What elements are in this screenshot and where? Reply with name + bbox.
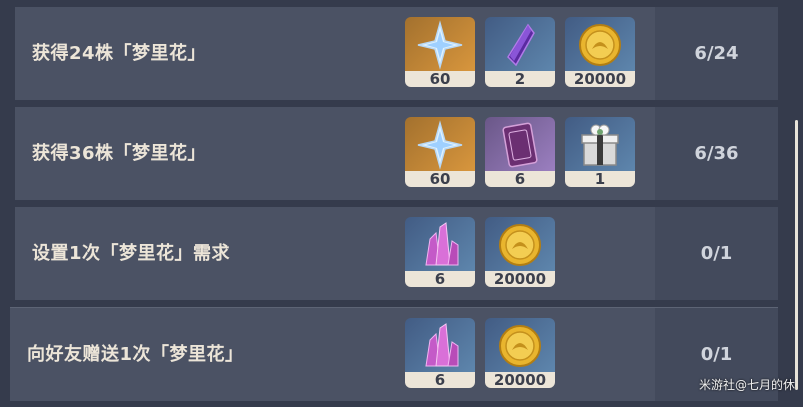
reward-item[interactable]: 1 — [565, 117, 635, 187]
progress-column: 6/36 — [655, 107, 778, 200]
reward-count: 6 — [405, 271, 475, 287]
reward-item[interactable]: 60 — [405, 17, 475, 87]
mora-coin-icon — [579, 24, 621, 66]
reward-count: 20000 — [485, 271, 555, 287]
achievement-row[interactable]: 向好友赠送1次「梦里花」 6 20000 0/1 — [10, 307, 778, 401]
achievement-label: 获得24株「梦里花」 — [32, 43, 207, 64]
achievement-list: 获得24株「梦里花」 60 2 20000 6/24 获得36株「梦里花」 60… — [0, 0, 803, 407]
watermark: 米游社@七月的休 — [698, 378, 795, 392]
achievement-row[interactable]: 获得36株「梦里花」 60 6 1 6/36 — [15, 107, 778, 200]
reward-count: 1 — [565, 171, 635, 187]
reward-item[interactable]: 2 — [485, 17, 555, 87]
gift-box-icon — [581, 124, 619, 166]
reward-item[interactable]: 60 — [405, 117, 475, 187]
reward-count: 60 — [405, 71, 475, 87]
progress-text: 0/1 — [700, 243, 733, 264]
progress-text: 6/24 — [694, 43, 739, 64]
reward-count: 6 — [485, 171, 555, 187]
achievement-label: 设置1次「梦里花」需求 — [32, 243, 231, 264]
scrollbar-thumb[interactable] — [795, 120, 798, 390]
book-icon — [502, 122, 538, 168]
reward-item[interactable]: 20000 — [485, 318, 555, 388]
reward-item[interactable]: 6 — [405, 217, 475, 287]
reward-count: 20000 — [485, 372, 555, 388]
achievement-label: 获得36株「梦里花」 — [32, 143, 207, 164]
primogem-icon — [417, 20, 463, 70]
primogem-icon — [417, 120, 463, 170]
reward-item[interactable]: 6 — [405, 318, 475, 388]
mora-coin-icon — [499, 224, 541, 266]
mora-coin-icon — [499, 325, 541, 367]
reward-count: 2 — [485, 71, 555, 87]
purple-crystal-icon — [507, 23, 535, 67]
progress-text: 6/36 — [694, 143, 739, 164]
pink-crystal-icon — [425, 222, 459, 266]
reward-item[interactable]: 20000 — [485, 217, 555, 287]
reward-item[interactable]: 6 — [485, 117, 555, 187]
reward-count: 6 — [405, 372, 475, 388]
reward-item[interactable]: 20000 — [565, 17, 635, 87]
achievement-row[interactable]: 获得24株「梦里花」 60 2 20000 6/24 — [15, 7, 778, 100]
achievement-label: 向好友赠送1次「梦里花」 — [27, 344, 244, 365]
reward-count: 20000 — [565, 71, 635, 87]
reward-count: 60 — [405, 171, 475, 187]
progress-column: 6/24 — [655, 7, 778, 100]
progress-column: 0/1 — [655, 207, 778, 300]
pink-crystal-icon — [425, 323, 459, 367]
achievement-row[interactable]: 设置1次「梦里花」需求 6 20000 0/1 — [15, 207, 778, 300]
